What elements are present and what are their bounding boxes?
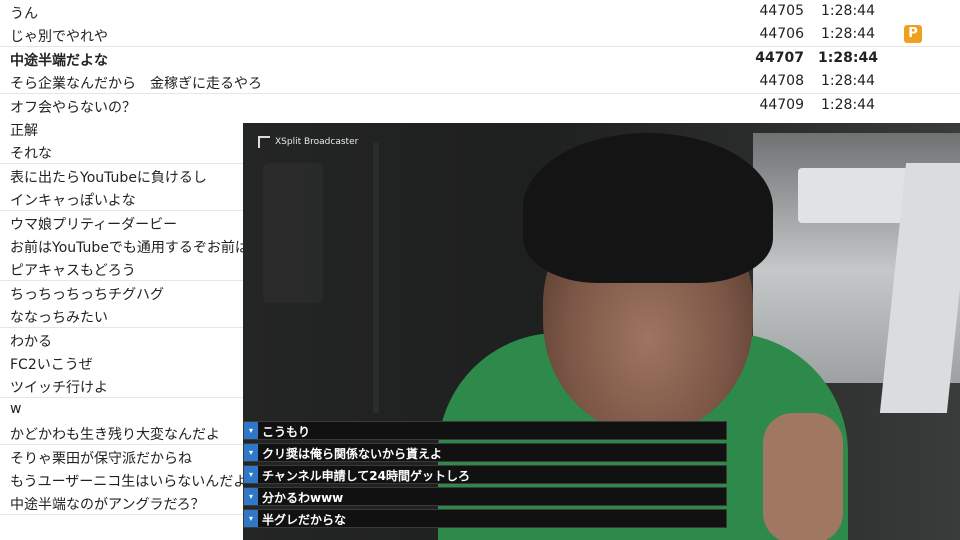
xsplit-logo-icon — [258, 136, 270, 148]
comment-icon: ▾ — [244, 444, 258, 461]
comment-icon: ▾ — [244, 422, 258, 439]
comment-text: じゃ別でやれや — [10, 29, 108, 46]
comment-time: 1:28:44 — [818, 49, 878, 66]
overlay-comment: ▾ チャンネル申請して24時間ゲットしろ — [243, 465, 727, 484]
overlay-comment-text: クリ奨は俺ら関係ないから貰えよ — [262, 447, 443, 461]
comment-text: w — [10, 400, 22, 417]
comment-number: 44705 — [759, 3, 804, 19]
comment-text: そりゃ栗田が保守派だからね — [10, 450, 192, 467]
comment-number: 44706 — [759, 26, 804, 43]
arm — [763, 413, 843, 540]
overlay-comment: ▾ こうもり — [243, 421, 727, 440]
overlay-comment-list: ▾ こうもり ▾ クリ奨は俺ら関係ないから貰えよ ▾ チャンネル申請して24時間ゲットしろ… — [243, 421, 727, 531]
premium-badge-icon: P — [904, 25, 922, 44]
comment-icon: ▾ — [244, 510, 258, 527]
overlay-comment: ▾ 半グレだからな — [243, 509, 727, 528]
hanging-shirt — [263, 163, 323, 303]
comment-text: ピアキャスもどろう — [10, 263, 136, 280]
comment-icon: ▾ — [244, 488, 258, 505]
comment-number: 44707 — [755, 49, 804, 66]
comment-row[interactable]: そら企業なんだから 金稼ぎに走るやろ 44708 1:28:44 — [0, 70, 960, 95]
hair — [523, 133, 773, 283]
comment-row[interactable]: じゃ別でやれや 44706 1:28:44 P — [0, 23, 960, 48]
overlay-comment-text: 分かるわwww — [262, 491, 344, 505]
overlay-comment: ▾ クリ奨は俺ら関係ないから貰えよ — [243, 443, 727, 462]
comment-row[interactable]: うん 44705 1:28:44 — [0, 0, 960, 24]
overlay-comment-text: 半グレだからな — [262, 513, 347, 527]
comment-time: 1:28:44 — [821, 73, 875, 90]
comment-text: 中途半端なのがアングラだろ？ — [10, 497, 205, 514]
comment-text: もうユーザーニコ生はいらないんだよ — [10, 474, 248, 490]
comment-text: わかる — [10, 333, 52, 350]
comment-text: ちっちっちっちチグハグ — [10, 286, 164, 303]
overlay-comment-text: こうもり — [262, 425, 311, 439]
comment-text: 中途半端だよな — [10, 52, 108, 69]
comment-number: 44709 — [759, 96, 804, 113]
comment-text: ウマ娘プリティーダービー — [10, 216, 178, 233]
comment-text: 表に出たらYouTubeに負けるし — [10, 169, 207, 186]
comment-time: 1:28:44 — [821, 26, 875, 43]
comment-text: うん — [10, 6, 38, 22]
comment-text: ななっちみたい — [10, 310, 108, 327]
xsplit-watermark: XSplit Broadcaster — [258, 136, 358, 148]
xsplit-brand-label: XSplit Broadcaster — [275, 137, 359, 147]
comment-time: 1:28:44 — [821, 96, 875, 113]
comment-text: そら企業なんだから 金稼ぎに走るやろ — [10, 76, 262, 93]
comment-number: 44708 — [759, 73, 804, 90]
comment-time: 1:28:44 — [821, 3, 875, 19]
comment-text: ツイッチ行けよ — [10, 380, 108, 397]
comment-text: 正解 — [10, 123, 38, 139]
overlay-comment-text: チャンネル申請して24時間ゲットしろ — [262, 469, 470, 483]
comment-row[interactable]: 中途半端だよな 44707 1:28:44 — [0, 46, 960, 71]
video-player[interactable]: XSplit Broadcaster ▾ こうもり ▾ クリ奨は俺ら関係ないから貰えよ… — [243, 123, 960, 540]
comment-row[interactable]: オフ会やらないの？ 44709 1:28:44 — [0, 93, 960, 118]
storage-box — [798, 168, 908, 223]
wall-edge — [373, 143, 379, 413]
comment-text: FC2いこうぜ — [10, 357, 93, 373]
overlay-comment: ▾ 分かるわwww — [243, 487, 727, 506]
comment-text: お前はYouTubeでも通用するぞお前は — [10, 240, 249, 256]
comment-text: オフ会やらないの？ — [10, 99, 136, 116]
comment-text: インキャっぽいよな — [10, 193, 136, 210]
comment-icon: ▾ — [244, 466, 258, 483]
comment-text: それな — [10, 146, 52, 163]
comment-text: かどかわも生き残り大変なんだよ — [10, 427, 220, 444]
